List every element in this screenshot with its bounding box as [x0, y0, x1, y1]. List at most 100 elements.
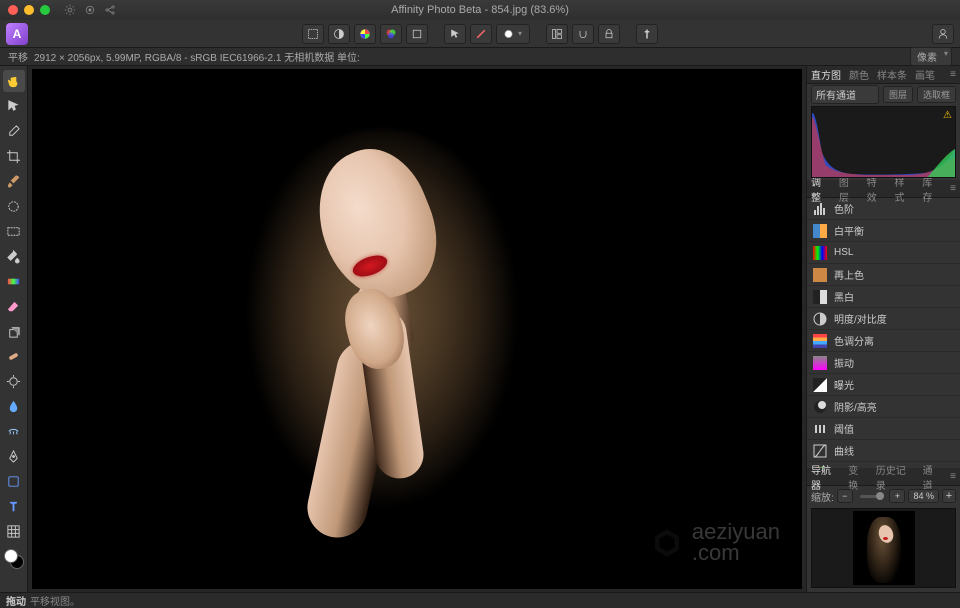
navigator-thumbnail[interactable]	[811, 508, 956, 588]
status-bar: 拖动 平移视图。	[0, 592, 960, 608]
gear-icon[interactable]	[64, 4, 76, 16]
adjustments-panel-tabs: 调整 图层 特效 样式 库存 ≡	[807, 180, 960, 198]
mask-mode-dropdown[interactable]: ▾	[496, 24, 530, 44]
histogram-display: ⚠	[811, 106, 956, 178]
adjustment-vibrance[interactable]: 振动	[807, 352, 960, 374]
app-icon: A	[6, 23, 28, 45]
posterize-icon	[813, 334, 827, 348]
studio-panel: 直方图 颜色 样本条 画笔 ≡ 所有通道 图层 选取框 ⚠ 调整 图层 特效 样…	[806, 66, 960, 592]
gradient-tool[interactable]	[3, 270, 25, 292]
pen-tool[interactable]	[3, 445, 25, 467]
paint-brush-tool[interactable]	[3, 170, 25, 192]
close-window-button[interactable]	[8, 5, 18, 15]
lock-button[interactable]	[598, 24, 620, 44]
adjustment-posterize[interactable]: 色调分离	[807, 330, 960, 352]
text-tool[interactable]	[3, 495, 25, 517]
whitebalance-icon	[813, 224, 827, 238]
document-meta: 2912 × 2056px, 5.99MP, RGBA/8 - sRGB IEC…	[34, 49, 360, 64]
adjustment-recolor[interactable]: 再上色	[807, 264, 960, 286]
unit-dropdown[interactable]: 像素	[910, 47, 952, 66]
window-controls	[8, 5, 50, 15]
zoom-in-button[interactable]: +	[889, 489, 905, 503]
share-icon[interactable]	[104, 4, 116, 16]
panel-menu-icon[interactable]: ≡	[950, 471, 956, 482]
context-toolbar: 平移 2912 × 2056px, 5.99MP, RGBA/8 - sRGB …	[0, 48, 960, 66]
heal-tool[interactable]	[3, 345, 25, 367]
retouch-tool[interactable]	[3, 420, 25, 442]
contrast-button[interactable]	[328, 24, 350, 44]
erase-tool[interactable]	[3, 295, 25, 317]
adjustment-curves[interactable]: 曲线	[807, 440, 960, 462]
shape-tool[interactable]	[3, 470, 25, 492]
histogram-layer-toggle[interactable]: 图层	[883, 86, 913, 103]
move-tool[interactable]	[3, 95, 25, 117]
tool-mode-label: 平移	[8, 49, 28, 64]
adjustment-threshold[interactable]: 阈值	[807, 418, 960, 440]
titlebar: Affinity Photo Beta - 854.jpg (83.6%)	[0, 0, 960, 20]
selection-brush-tool[interactable]	[3, 195, 25, 217]
panel-menu-icon[interactable]: ≡	[950, 183, 956, 194]
dodge-tool[interactable]	[3, 370, 25, 392]
workspace: aeziyuan.com 直方图 颜色 样本条 画笔 ≡ 所有通道 图层 选取框…	[0, 66, 960, 592]
document-canvas[interactable]	[32, 69, 802, 589]
minimize-window-button[interactable]	[24, 5, 34, 15]
histogram-channel-dropdown[interactable]: 所有通道	[811, 85, 879, 104]
crop-toggle-button[interactable]	[406, 24, 428, 44]
zoom-out-button[interactable]: −	[837, 489, 853, 503]
adjustment-exposure[interactable]: 曝光	[807, 374, 960, 396]
bw-icon	[813, 290, 827, 304]
account-button[interactable]	[932, 24, 954, 44]
adjustment-white-balance[interactable]: 白平衡	[807, 220, 960, 242]
shadows-icon	[813, 400, 827, 414]
adjustment-levels[interactable]: 色阶	[807, 198, 960, 220]
tab-histogram[interactable]: 直方图	[811, 67, 841, 82]
snap-button[interactable]	[572, 24, 594, 44]
adjustments-list: 色阶 白平衡 HSL 再上色 黑白 明度/对比度 色调分离 振动 曝光 阴影/高…	[807, 198, 960, 468]
crop-tool[interactable]	[3, 145, 25, 167]
main-toolbar: A ▾	[0, 20, 960, 48]
threshold-icon	[813, 422, 827, 436]
assistant-button[interactable]	[636, 24, 658, 44]
selection-mode-button[interactable]	[302, 24, 324, 44]
target-icon[interactable]	[84, 4, 96, 16]
curves-icon	[813, 444, 827, 458]
vibrance-icon	[813, 356, 827, 370]
adjustment-shadows[interactable]: 阴影/高亮	[807, 396, 960, 418]
navigator-panel-tabs: 导航器 变换 历史记录 通道 ≡	[807, 468, 960, 486]
tool-panel	[0, 66, 28, 592]
adjustment-hsl[interactable]: HSL	[807, 242, 960, 264]
navigator-add-button[interactable]: +	[942, 489, 956, 503]
flood-select-tool[interactable]	[3, 245, 25, 267]
tab-brushes[interactable]: 画笔	[915, 67, 935, 82]
levels-icon	[813, 202, 827, 216]
adjustment-brightness[interactable]: 明度/对比度	[807, 308, 960, 330]
maximize-window-button[interactable]	[40, 5, 50, 15]
window-title: Affinity Photo Beta - 854.jpg (83.6%)	[391, 4, 569, 16]
titlebar-shortcut-icons	[64, 4, 116, 16]
foreground-color-swatch[interactable]	[4, 549, 18, 563]
adjustment-bw[interactable]: 黑白	[807, 286, 960, 308]
grid-left-button[interactable]	[546, 24, 568, 44]
histogram-marquee-toggle[interactable]: 选取框	[917, 86, 956, 103]
mesh-tool[interactable]	[3, 520, 25, 542]
zoom-slider[interactable]	[860, 495, 883, 498]
blur-tool[interactable]	[3, 395, 25, 417]
status-action: 拖动	[6, 593, 26, 608]
tab-swatches[interactable]: 样本条	[877, 67, 907, 82]
panel-menu-icon[interactable]: ≡	[950, 69, 956, 80]
color-wheel-button[interactable]	[354, 24, 376, 44]
canvas-area[interactable]: aeziyuan.com	[28, 66, 806, 592]
color-picker-tool[interactable]	[3, 120, 25, 142]
tab-color[interactable]: 颜色	[849, 67, 869, 82]
recolor-icon	[813, 268, 827, 282]
hsl-icon	[813, 246, 827, 260]
rgb-button[interactable]	[380, 24, 402, 44]
zoom-value[interactable]: 84 %	[908, 489, 939, 503]
view-pan-tool[interactable]	[3, 70, 25, 92]
color-swatches[interactable]	[4, 549, 24, 569]
exposure-icon	[813, 378, 827, 392]
arrow-mode-button[interactable]	[444, 24, 466, 44]
clone-tool[interactable]	[3, 320, 25, 342]
cancel-mode-button[interactable]	[470, 24, 492, 44]
marquee-tool[interactable]	[3, 220, 25, 242]
